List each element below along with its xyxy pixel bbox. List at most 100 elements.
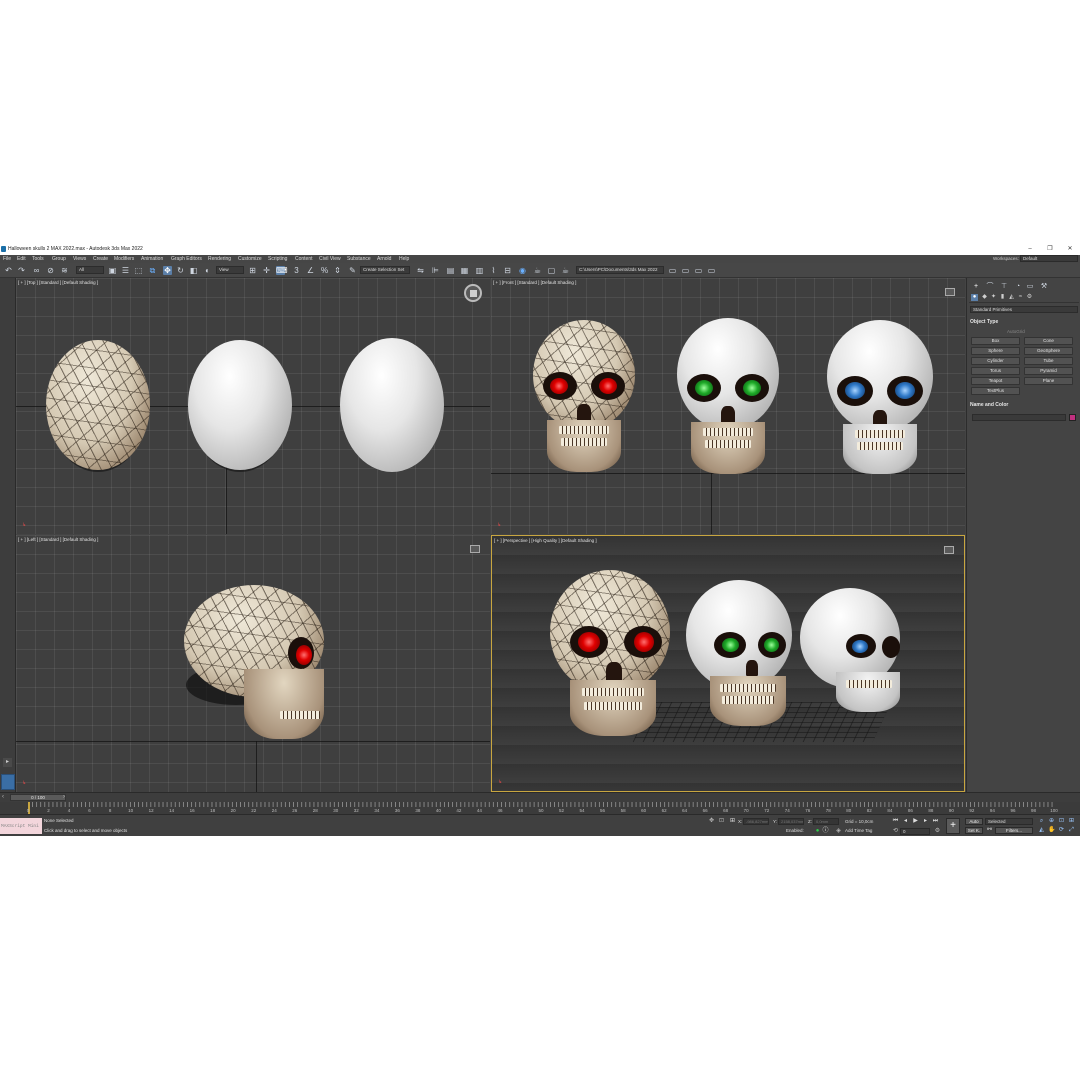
key-filter-dropdown[interactable]: Selected [985, 818, 1033, 825]
tube-button[interactable]: Tube [1024, 357, 1073, 365]
helpers-icon[interactable]: ◭ [1008, 294, 1015, 301]
select-rotate-icon[interactable]: ↻ [176, 266, 185, 275]
skull-green-front-view[interactable] [673, 318, 783, 476]
bind-spacewarp-icon[interactable]: ≋ [60, 266, 69, 275]
object-type-rollout-header[interactable]: Object Type [970, 319, 1078, 325]
time-tag-icon[interactable]: ◈ [835, 828, 842, 835]
menu-customize[interactable]: Customize [238, 256, 262, 262]
isolate-icon[interactable]: ✥ [708, 818, 715, 825]
goto-start-icon[interactable]: ⏮ [892, 818, 899, 825]
time-slider[interactable]: ‹ 0 / 100 › [0, 792, 1080, 802]
object-name-field[interactable] [972, 414, 1066, 421]
manipulate-icon[interactable]: ✛ [262, 266, 271, 275]
time-config-icon[interactable]: ⚙ [934, 828, 941, 835]
skull-blue-perspective[interactable] [796, 588, 906, 718]
pyramid-button[interactable]: Pyramid [1024, 367, 1073, 375]
keyboard-shortcut-icon[interactable]: ⌨ [276, 266, 288, 275]
y-coordinate-field[interactable]: 2158,037mm [778, 818, 804, 825]
skull-red-front-view[interactable] [529, 320, 639, 475]
viewport-front-label[interactable]: [ + ] [Front ] [Standard ] [Default Shad… [493, 280, 576, 285]
edit-named-sets-icon[interactable]: ✎ [348, 266, 357, 275]
viewport-maximize-icon[interactable] [945, 288, 955, 296]
schematic-icon[interactable]: ⊟ [503, 266, 512, 275]
motion-tab-icon[interactable]: ◔ [1013, 282, 1023, 291]
z-coordinate-field[interactable]: 0,0mm [813, 818, 839, 825]
viewport-perspective[interactable]: [ + ] [Perspective ] [High Quality ] [De… [491, 535, 965, 792]
skull-green-perspective[interactable] [684, 580, 796, 730]
render-setup-icon[interactable]: ☕ [533, 266, 542, 275]
maxscript-listener[interactable]: MAXScript Mini [0, 818, 42, 834]
cone-button[interactable]: Cone [1024, 337, 1073, 345]
viewport-front[interactable]: [ + ] [Front ] [Standard ] [Default Shad… [491, 278, 965, 534]
add-time-tag[interactable]: Add Time Tag [845, 828, 872, 833]
sphere-button[interactable]: Sphere [971, 347, 1020, 355]
next-frame-icon[interactable]: › [63, 794, 65, 800]
x-coordinate-field[interactable]: -986,827mm [743, 818, 769, 825]
viewport-left-label[interactable]: [ + ] [Left ] [Standard ] [Default Shadi… [18, 537, 98, 542]
menu-file[interactable]: File [3, 256, 11, 262]
menu-group[interactable]: Group [52, 256, 66, 262]
autogrid-checkbox[interactable]: AutoGrid [1007, 329, 1025, 334]
menu-graph-editors[interactable]: Graph Editors [171, 256, 202, 262]
mirror-icon[interactable]: ⇋ [416, 266, 425, 275]
prev-key-icon[interactable]: ◂ [902, 818, 909, 825]
select-scale-icon[interactable]: ◧ [189, 266, 198, 275]
orbit-icon[interactable]: ⟳ [1058, 827, 1065, 834]
field-of-view-icon[interactable]: ◭ [1038, 827, 1045, 834]
select-object-icon[interactable]: ▣ [108, 266, 117, 275]
selection-filter-dropdown[interactable]: All [76, 266, 104, 274]
key-mode-icon[interactable]: ⟲ [892, 828, 899, 835]
enabled-toggle-icon[interactable]: ● [814, 828, 821, 835]
minimize-button[interactable]: – [1020, 244, 1040, 255]
key-filters-icon[interactable]: ⚯ [986, 827, 993, 834]
pan-icon[interactable]: ✋ [1048, 827, 1055, 834]
menu-rendering[interactable]: Rendering [208, 256, 231, 262]
ref-coord-dropdown[interactable]: View [216, 266, 244, 274]
hierarchy-tab-icon[interactable]: ⊤ [999, 282, 1009, 291]
project-folder-icon[interactable]: ▭ [668, 266, 677, 275]
curve-editor-icon[interactable]: ⌇ [489, 266, 498, 275]
rect-region-icon[interactable]: ⬚ [134, 266, 143, 275]
viewport-perspective-label[interactable]: [ + ] [Perspective ] [High Quality ] [De… [494, 538, 597, 543]
info-icon[interactable]: ⓘ [822, 828, 829, 835]
geometry-icon[interactable]: ● [971, 294, 978, 301]
menu-civil-view[interactable]: Civil View [319, 256, 341, 262]
shapes-icon[interactable]: ◆ [981, 294, 988, 301]
spacewarps-icon[interactable]: ≈ [1017, 294, 1024, 301]
named-selection-dropdown[interactable]: Create Selection Set [360, 266, 410, 274]
next-key-icon[interactable]: ▸ [922, 818, 929, 825]
viewport-left[interactable]: [ + ] [Left ] [Standard ] [Default Shadi… [16, 535, 490, 792]
snaps-toggle-icon[interactable]: 3 [292, 266, 301, 275]
percent-snap-icon[interactable]: % [320, 266, 329, 275]
auto-key-button[interactable]: Auto [965, 818, 983, 825]
save-folder-icon[interactable]: ▭ [694, 266, 703, 275]
render-icon[interactable]: ☕ [561, 266, 570, 275]
object-color-swatch[interactable] [1069, 414, 1076, 421]
folder-settings-icon[interactable]: ▭ [707, 266, 716, 275]
textplus-button[interactable]: TextPlus [971, 387, 1020, 395]
teapot-button[interactable]: Teapot [971, 377, 1020, 385]
viewport-top-label[interactable]: [ + ] [Top ] [Standard ] [Default Shadin… [18, 280, 98, 285]
box-button[interactable]: Box [971, 337, 1020, 345]
link-icon[interactable]: ∞ [32, 266, 41, 275]
rendered-frame-icon[interactable]: ▢ [547, 266, 556, 275]
material-editor-icon[interactable]: ◉ [518, 266, 527, 275]
placement-icon[interactable]: ◐ [203, 266, 212, 275]
skull-green-top-view[interactable] [186, 338, 296, 478]
menu-content[interactable]: Content [295, 256, 313, 262]
zoom-extents-icon[interactable]: ⊡ [1058, 818, 1065, 825]
menu-tools[interactable]: Tools [32, 256, 44, 262]
systems-icon[interactable]: ⚙ [1026, 294, 1033, 301]
viewcube-icon[interactable] [464, 284, 482, 302]
menu-edit[interactable]: Edit [17, 256, 26, 262]
expand-strip-icon[interactable]: ▸ [3, 758, 12, 767]
skull-blue-top-view[interactable] [338, 336, 448, 478]
menu-modifiers[interactable]: Modifiers [114, 256, 134, 262]
project-path-dropdown[interactable]: C:\Users\PC\Documents\3ds Max 2022 [576, 266, 664, 274]
lights-icon[interactable]: ✦ [990, 294, 997, 301]
menu-create[interactable]: Create [93, 256, 108, 262]
skull-red-perspective[interactable] [548, 570, 672, 740]
modify-tab-icon[interactable]: ⌒ [985, 282, 995, 291]
redo-icon[interactable]: ↷ [17, 266, 26, 275]
utilities-tab-icon[interactable]: ⚒ [1039, 282, 1049, 291]
